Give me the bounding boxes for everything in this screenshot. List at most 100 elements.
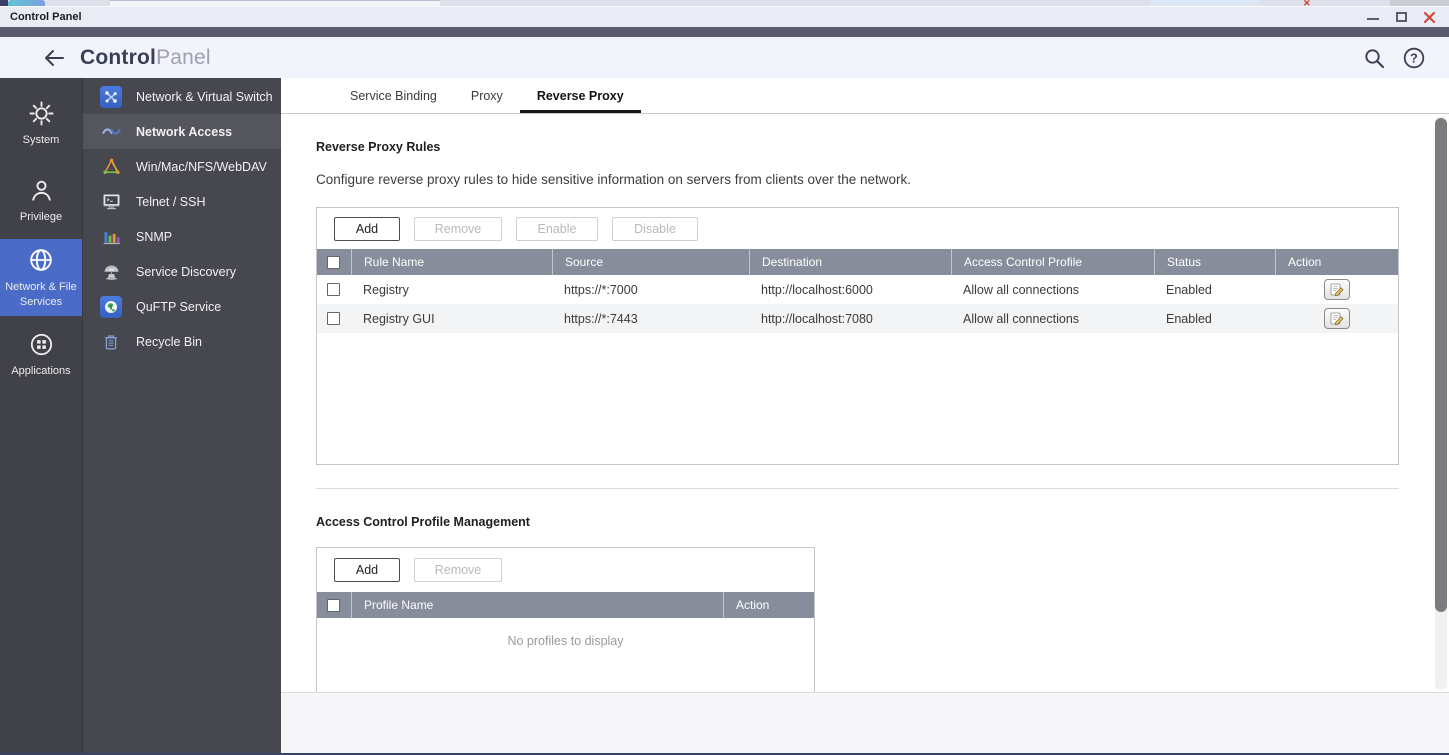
content-area: Service Binding Proxy Reverse Proxy Reve…	[281, 78, 1449, 753]
column-header-action: Action	[723, 592, 814, 618]
menu-item-recycle-bin[interactable]: Recycle Bin	[83, 324, 281, 359]
menu-item-network-access[interactable]: Network Access	[83, 114, 281, 149]
column-header-action: Action	[1275, 249, 1398, 275]
sidebar-item-label: System	[22, 133, 60, 146]
rules-toolbar: Add Remove Enable Disable	[317, 208, 1398, 249]
edit-rule-button[interactable]	[1323, 279, 1350, 300]
rules-table-header: Rule Name Source Destination Access Cont…	[317, 249, 1398, 275]
select-all-checkbox[interactable]	[327, 255, 340, 269]
menu-item-quftp-service[interactable]: QuFTP Service	[83, 289, 281, 324]
terminal-icon	[99, 190, 123, 214]
back-button[interactable]	[40, 44, 68, 72]
menu-item-label: Telnet / SSH	[136, 194, 206, 209]
column-header-status: Status	[1154, 249, 1275, 275]
menu-item-network-virtual-switch[interactable]: Network & Virtual Switch	[83, 79, 281, 114]
sidebar-item-label: Privilege	[19, 210, 63, 223]
search-button[interactable]	[1361, 45, 1387, 71]
menu-item-service-discovery[interactable]: Service Discovery	[83, 254, 281, 289]
gear-icon	[29, 101, 53, 126]
menu-item-telnet-ssh[interactable]: Telnet / SSH	[83, 184, 281, 219]
sidebar-item-network-file-services[interactable]: Network & File Services	[0, 239, 82, 316]
rule-action-cell	[1275, 308, 1398, 329]
tab-service-binding[interactable]: Service Binding	[333, 78, 454, 113]
rules-disable-button[interactable]: Disable	[612, 216, 698, 241]
menu-item-snmp[interactable]: SNMP	[83, 219, 281, 254]
footer-area	[281, 692, 1449, 753]
select-all-checkbox[interactable]	[327, 598, 340, 612]
bar-chart-icon	[99, 225, 123, 249]
tab-panel-reverse-proxy: Reverse Proxy Rules Configure reverse pr…	[281, 114, 1449, 754]
profiles-toolbar: Add Remove	[317, 548, 814, 592]
close-icon	[1423, 11, 1435, 23]
tab-reverse-proxy[interactable]: Reverse Proxy	[519, 78, 641, 113]
minimize-icon	[1367, 18, 1379, 20]
sidebar-item-applications[interactable]: Applications	[0, 316, 82, 393]
rule-destination-cell: http://localhost:7080	[761, 311, 873, 326]
sidebar-item-system[interactable]: System	[0, 85, 82, 162]
menu-item-label: QuFTP Service	[136, 299, 222, 314]
globe-icon	[30, 249, 52, 271]
menu-item-label: Recycle Bin	[136, 334, 202, 349]
scrollbar-thumb[interactable]	[1435, 118, 1447, 612]
main-area: System Privilege Network & File Services…	[0, 78, 1449, 753]
rule-source-cell: https://*:7000	[564, 282, 638, 297]
user-icon	[31, 180, 51, 201]
rule-status-cell: Enabled	[1166, 311, 1212, 326]
menu-item-label: Network Access	[136, 124, 233, 139]
profiles-remove-button[interactable]: Remove	[414, 558, 502, 582]
rules-remove-button[interactable]: Remove	[414, 216, 502, 241]
rule-destination-cell: http://localhost:6000	[761, 282, 873, 297]
profiles-add-button[interactable]: Add	[334, 558, 400, 582]
primary-sidebar: System Privilege Network & File Services…	[0, 78, 82, 753]
rule-profile-cell: Allow all connections	[963, 282, 1080, 297]
table-row[interactable]: Registry https://*:7000 http://localhost…	[317, 275, 1398, 304]
help-button[interactable]: ?	[1401, 45, 1427, 71]
reverse-proxy-rules-panel: Add Remove Enable Disable Rule Name Sour…	[316, 207, 1399, 465]
search-icon	[1365, 48, 1385, 68]
app-title-light: Panel	[156, 45, 211, 69]
column-header-rule-name: Rule Name	[351, 249, 552, 275]
sidebar-item-label: Network & File Services	[5, 281, 77, 308]
svg-text:?: ?	[1410, 51, 1418, 65]
row-checkbox-cell	[317, 283, 351, 296]
protocols-triangle-icon	[99, 155, 123, 179]
maximize-button[interactable]	[1393, 10, 1409, 24]
trash-icon	[99, 330, 123, 354]
vertical-scrollbar[interactable]	[1435, 116, 1447, 690]
edit-rule-button[interactable]	[1323, 308, 1350, 329]
rule-name-cell: Registry	[363, 282, 409, 297]
rules-enable-button[interactable]: Enable	[516, 216, 598, 241]
column-header-destination: Destination	[749, 249, 951, 275]
menu-item-win-mac-nfs-webdav[interactable]: Win/Mac/NFS/WebDAV	[83, 149, 281, 184]
menu-item-label: Service Discovery	[136, 264, 237, 279]
secondary-sidebar: Network & Virtual Switch Network Access	[82, 78, 281, 753]
reverse-proxy-rules-heading: Reverse Proxy Rules	[316, 140, 441, 154]
access-control-profile-heading: Access Control Profile Management	[316, 515, 530, 529]
rule-name-cell: Registry GUI	[363, 311, 435, 326]
app-title: ControlPanel	[80, 46, 211, 70]
back-arrow-icon	[45, 49, 64, 66]
minimize-button[interactable]	[1365, 10, 1381, 24]
window-controls	[1365, 10, 1437, 24]
row-checkbox-cell	[317, 312, 351, 325]
app-header: ControlPanel ?	[0, 37, 1449, 78]
rule-source-cell: https://*:7443	[564, 311, 638, 326]
rule-status-cell: Enabled	[1166, 282, 1212, 297]
close-button[interactable]	[1421, 10, 1437, 24]
window-titlebar: Control Panel	[0, 7, 1449, 27]
section-divider	[316, 488, 1399, 489]
control-panel-window: Control Panel ControlPanel ? System Priv…	[0, 6, 1449, 755]
apps-grid-icon	[30, 333, 52, 355]
column-header-profile-name: Profile Name	[351, 592, 723, 618]
tab-proxy[interactable]: Proxy	[454, 78, 520, 113]
row-checkbox[interactable]	[327, 283, 340, 296]
help-icon: ?	[1403, 47, 1425, 68]
table-row[interactable]: Registry GUI https://*:7443 http://local…	[317, 304, 1398, 333]
rules-add-button[interactable]: Add	[334, 216, 400, 241]
row-checkbox[interactable]	[327, 312, 340, 325]
rule-profile-cell: Allow all connections	[963, 311, 1080, 326]
sidebar-item-privilege[interactable]: Privilege	[0, 162, 82, 239]
edit-pencil-icon	[1330, 283, 1343, 296]
app-title-bold: Control	[80, 45, 157, 69]
menu-item-label: SNMP	[136, 229, 173, 244]
